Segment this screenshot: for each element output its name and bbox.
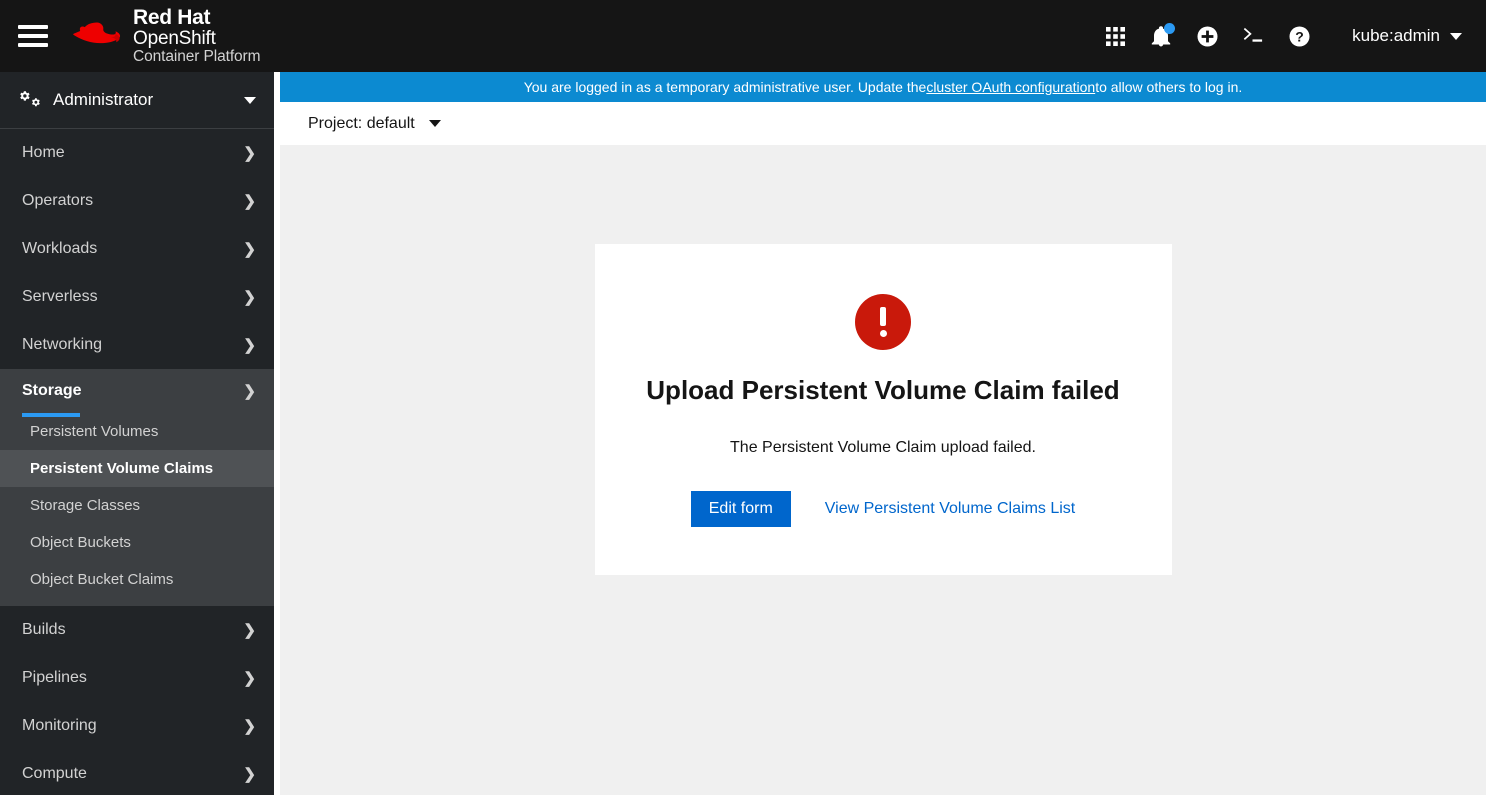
sidebar-item-serverless[interactable]: Serverless ❯ [0, 273, 274, 321]
project-bar: Project: default [280, 102, 1486, 145]
banner-text-before: You are logged in as a temporary adminis… [523, 79, 927, 95]
grid-icon [1105, 26, 1125, 46]
subnav-item-label: Persistent Volumes [30, 423, 159, 440]
sidebar-item-object-buckets[interactable]: Object Buckets [0, 524, 274, 561]
svg-text:?: ? [1295, 28, 1304, 44]
plus-circle-icon [1197, 26, 1218, 46]
hamburger-bar [18, 34, 48, 38]
storage-subnav: Persistent Volumes Persistent Volume Cla… [0, 413, 274, 606]
chevron-right-icon: ❯ [243, 240, 256, 258]
openshift-console: Red Hat OpenShift Container Platform ? k… [0, 0, 1486, 795]
sidebar-item-label: Workloads [22, 240, 98, 257]
subnav-item-label: Storage Classes [30, 497, 141, 514]
chevron-down-icon [244, 96, 256, 104]
question-circle-icon: ? [1289, 26, 1310, 46]
masthead-toolbar: ? kube:admin [1092, 13, 1486, 59]
sidebar-item-networking[interactable]: Networking ❯ [0, 321, 274, 369]
sidebar-item-pipelines[interactable]: Pipelines ❯ [0, 654, 274, 702]
sidebar-item-compute[interactable]: Compute ❯ [0, 750, 274, 795]
sidebar-item-label: Pipelines [22, 669, 87, 686]
sidebar-item-label: Monitoring [22, 717, 97, 734]
user-menu[interactable]: kube:admin [1348, 20, 1466, 52]
sidebar-item-object-bucket-claims[interactable]: Object Bucket Claims [0, 561, 274, 598]
edit-form-button[interactable]: Edit form [690, 491, 791, 527]
red-hat-fedora-logo-icon [73, 22, 121, 44]
chevron-right-icon: ❯ [243, 765, 256, 783]
sidebar-item-label: Serverless [22, 288, 98, 305]
sidebar-group-storage: Storage ❯ Persistent Volumes Persistent … [0, 369, 274, 606]
error-actions: Edit form View Persistent Volume Claims … [690, 491, 1075, 527]
error-message: The Persistent Volume Claim upload faile… [730, 439, 1036, 456]
chevron-right-icon: ❯ [243, 717, 256, 735]
notification-badge [1164, 23, 1176, 34]
exclamation-circle-icon [855, 294, 911, 350]
subnav-item-label: Persistent Volume Claims [30, 460, 214, 477]
help-icon[interactable]: ? [1276, 13, 1322, 59]
cogs-glyph [20, 91, 40, 107]
nav-list: Home ❯ Operators ❯ Workloads ❯ Serverles… [0, 129, 274, 795]
sidebar-item-label: Home [22, 144, 65, 161]
chevron-right-icon: ❯ [243, 336, 256, 354]
project-selector[interactable]: Project: default [308, 115, 441, 133]
chevron-down-icon [428, 120, 441, 127]
quick-add-icon[interactable] [1184, 13, 1230, 59]
sidebar-item-operators[interactable]: Operators ❯ [0, 177, 274, 225]
user-name-label: kube:admin [1352, 26, 1440, 45]
hamburger-menu-icon[interactable] [14, 17, 52, 55]
sidebar-item-persistent-volume-claims[interactable]: Persistent Volume Claims [0, 450, 274, 487]
chevron-down-icon [1450, 32, 1462, 40]
banner-text-after: to allow others to log in. [1095, 79, 1243, 95]
chevron-right-icon: ❯ [243, 621, 256, 639]
sidebar-item-workloads[interactable]: Workloads ❯ [0, 225, 274, 273]
masthead: Red Hat OpenShift Container Platform ? k… [0, 0, 1486, 72]
error-status-card: Upload Persistent Volume Claim failed Th… [594, 244, 1172, 575]
content-body: Upload Persistent Volume Claim failed Th… [280, 145, 1486, 795]
cogs-icon [20, 91, 41, 109]
hamburger-bar [18, 25, 48, 29]
brand-logo[interactable]: Red Hat OpenShift Container Platform [70, 6, 261, 65]
sidebar-item-persistent-volumes[interactable]: Persistent Volumes [0, 413, 274, 450]
error-title: Upload Persistent Volume Claim failed [646, 375, 1120, 405]
sidebar-item-home[interactable]: Home ❯ [0, 129, 274, 177]
hamburger-bar [18, 43, 48, 47]
exclamation-bar [880, 307, 886, 326]
sidebar-item-label: Storage [22, 382, 82, 399]
sidebar-item-storage-classes[interactable]: Storage Classes [0, 487, 274, 524]
brand-line-openshift: OpenShift [133, 27, 216, 49]
chevron-down-icon: ❯ [243, 382, 256, 400]
application-launcher-icon[interactable] [1092, 13, 1138, 59]
perspective-switcher[interactable]: Administrator [0, 72, 274, 129]
cluster-oauth-configuration-link[interactable]: cluster OAuth configuration [926, 79, 1095, 95]
notification-bell-icon[interactable] [1138, 13, 1184, 59]
sidebar-item-label: Builds [22, 621, 66, 638]
main-content: You are logged in as a temporary adminis… [280, 72, 1486, 795]
sidebar-item-builds[interactable]: Builds ❯ [0, 606, 274, 654]
brand-text: Red Hat OpenShift Container Platform [133, 6, 261, 65]
sidebar-item-storage[interactable]: Storage ❯ [0, 369, 274, 417]
perspective-label: Administrator [53, 90, 154, 109]
sidebar-item-label: Compute [22, 765, 87, 782]
chevron-right-icon: ❯ [243, 144, 256, 162]
subnav-item-label: Object Buckets [30, 534, 131, 551]
chevron-right-icon: ❯ [243, 669, 256, 687]
chevron-right-icon: ❯ [243, 192, 256, 210]
sidebar-item-label: Networking [22, 336, 103, 353]
command-line-terminal-icon[interactable] [1230, 13, 1276, 59]
sidebar-item-label: Operators [22, 192, 94, 209]
subnav-item-label: Object Bucket Claims [30, 571, 174, 588]
view-pvc-list-link[interactable]: View Persistent Volume Claims List [825, 500, 1075, 518]
active-section-indicator [22, 413, 80, 417]
chevron-right-icon: ❯ [243, 288, 256, 306]
temporary-admin-banner: You are logged in as a temporary adminis… [280, 72, 1486, 102]
sidebar-navigation: Administrator Home ❯ Operators ❯ Workloa… [0, 72, 274, 795]
exclamation-dot [879, 330, 887, 337]
project-selector-label: Project: default [308, 114, 415, 132]
exclamation-glyph [879, 307, 887, 337]
brand-line-redhat: Red Hat [133, 6, 211, 30]
sidebar-item-monitoring[interactable]: Monitoring ❯ [0, 702, 274, 750]
brand-line-container-platform: Container Platform [133, 47, 261, 65]
terminal-icon [1243, 27, 1263, 42]
